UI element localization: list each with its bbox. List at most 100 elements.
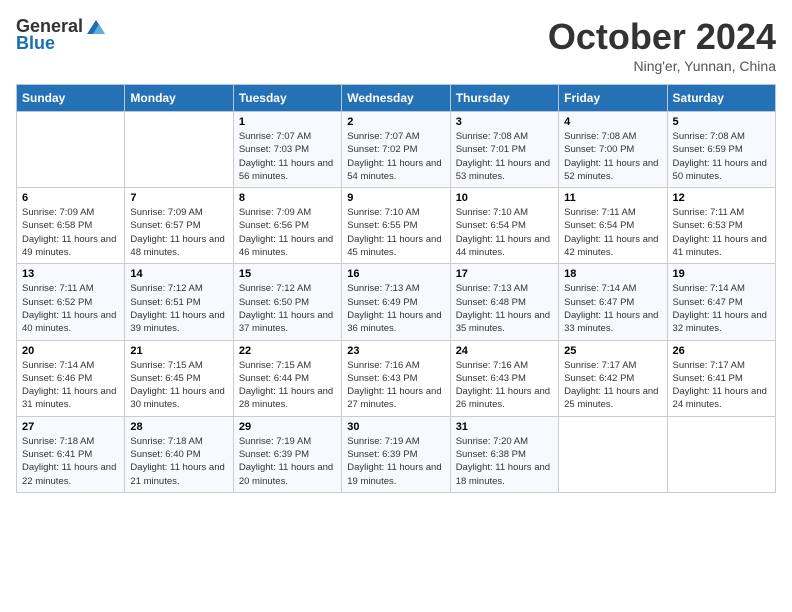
day-detail: Sunrise: 7:17 AMSunset: 6:42 PMDaylight:… xyxy=(564,359,661,412)
weekday-header-row: SundayMondayTuesdayWednesdayThursdayFrid… xyxy=(17,85,776,112)
day-detail: Sunrise: 7:15 AMSunset: 6:44 PMDaylight:… xyxy=(239,359,336,412)
calendar-cell: 15Sunrise: 7:12 AMSunset: 6:50 PMDayligh… xyxy=(233,264,341,340)
calendar-cell: 26Sunrise: 7:17 AMSunset: 6:41 PMDayligh… xyxy=(667,340,775,416)
calendar-cell: 10 Sunrise: 7:10 AMSunset: 6:54 PMDayligh… xyxy=(450,188,558,264)
day-detail: Sunrise: 7:09 AMSunset: 6:57 PMDaylight:… xyxy=(130,206,227,259)
day-detail: Sunrise: 7:19 AMSunset: 6:39 PMDaylight:… xyxy=(239,435,336,488)
day-number: 23 xyxy=(347,345,444,357)
calendar-cell: 9Sunrise: 7:10 AMSunset: 6:55 PMDaylight… xyxy=(342,188,450,264)
week-row-5: 27Sunrise: 7:18 AMSunset: 6:41 PMDayligh… xyxy=(17,416,776,492)
day-detail: Sunrise: 7:14 AMSunset: 6:47 PMDaylight:… xyxy=(564,282,661,335)
calendar-cell: 23 Sunrise: 7:16 AMSunset: 6:43 PMDayligh… xyxy=(342,340,450,416)
calendar-cell: 28 Sunrise: 7:18 AMSunset: 6:40 PMDayligh… xyxy=(125,416,233,492)
week-row-3: 13Sunrise: 7:11 AMSunset: 6:52 PMDayligh… xyxy=(17,264,776,340)
page-header: General Blue October 2024 Ning'er, Yunna… xyxy=(16,16,776,74)
day-detail: Sunrise: 7:08 AMSunset: 7:00 PMDaylight:… xyxy=(564,130,661,183)
calendar-cell: 11 Sunrise: 7:11 AMSunset: 6:54 PMDayligh… xyxy=(559,188,667,264)
day-detail: Sunrise: 7:15 AMSunset: 6:45 PMDaylight:… xyxy=(130,359,227,412)
calendar-cell: 21 Sunrise: 7:15 AMSunset: 6:45 PMDayligh… xyxy=(125,340,233,416)
day-number: 3 xyxy=(456,116,553,128)
location-subtitle: Ning'er, Yunnan, China xyxy=(548,58,776,74)
title-block: October 2024 Ning'er, Yunnan, China xyxy=(548,16,776,74)
calendar-table: SundayMondayTuesdayWednesdayThursdayFrid… xyxy=(16,84,776,493)
day-detail: Sunrise: 7:13 AMSunset: 6:48 PMDaylight:… xyxy=(456,282,553,335)
calendar-cell: 12Sunrise: 7:11 AMSunset: 6:53 PMDayligh… xyxy=(667,188,775,264)
calendar-cell: 1Sunrise: 7:07 AMSunset: 7:03 PMDaylight… xyxy=(233,112,341,188)
day-number: 5 xyxy=(673,116,770,128)
calendar-cell: 13Sunrise: 7:11 AMSunset: 6:52 PMDayligh… xyxy=(17,264,125,340)
calendar-cell: 17 Sunrise: 7:13 AMSunset: 6:48 PMDayligh… xyxy=(450,264,558,340)
day-detail: Sunrise: 7:19 AMSunset: 6:39 PMDaylight:… xyxy=(347,435,444,488)
day-number: 9 xyxy=(347,192,444,204)
day-detail: Sunrise: 7:11 AMSunset: 6:53 PMDaylight:… xyxy=(673,206,770,259)
week-row-2: 6Sunrise: 7:09 AMSunset: 6:58 PMDaylight… xyxy=(17,188,776,264)
day-number: 21 xyxy=(130,345,227,357)
calendar-cell: 3 Sunrise: 7:08 AMSunset: 7:01 PMDaylight… xyxy=(450,112,558,188)
day-number: 6 xyxy=(22,192,119,204)
day-number: 20 xyxy=(22,345,119,357)
calendar-cell: 18 Sunrise: 7:14 AMSunset: 6:47 PMDayligh… xyxy=(559,264,667,340)
weekday-header-thursday: Thursday xyxy=(450,85,558,112)
day-detail: Sunrise: 7:07 AMSunset: 7:02 PMDaylight:… xyxy=(347,130,444,183)
day-detail: Sunrise: 7:11 AMSunset: 6:54 PMDaylight:… xyxy=(564,206,661,259)
month-year-title: October 2024 xyxy=(548,16,776,58)
weekday-header-monday: Monday xyxy=(125,85,233,112)
day-detail: Sunrise: 7:17 AMSunset: 6:41 PMDaylight:… xyxy=(673,359,770,412)
calendar-cell xyxy=(667,416,775,492)
calendar-cell: 24Sunrise: 7:16 AMSunset: 6:43 PMDayligh… xyxy=(450,340,558,416)
weekday-header-saturday: Saturday xyxy=(667,85,775,112)
day-number: 18 xyxy=(564,268,661,280)
day-number: 10 xyxy=(456,192,553,204)
calendar-cell: 30 Sunrise: 7:19 AMSunset: 6:39 PMDayligh… xyxy=(342,416,450,492)
calendar-cell: 27Sunrise: 7:18 AMSunset: 6:41 PMDayligh… xyxy=(17,416,125,492)
calendar-cell: 2Sunrise: 7:07 AMSunset: 7:02 PMDaylight… xyxy=(342,112,450,188)
calendar-cell xyxy=(559,416,667,492)
calendar-cell: 22 Sunrise: 7:15 AMSunset: 6:44 PMDayligh… xyxy=(233,340,341,416)
week-row-4: 20Sunrise: 7:14 AMSunset: 6:46 PMDayligh… xyxy=(17,340,776,416)
calendar-cell: 14 Sunrise: 7:12 AMSunset: 6:51 PMDayligh… xyxy=(125,264,233,340)
calendar-cell: 16 Sunrise: 7:13 AMSunset: 6:49 PMDayligh… xyxy=(342,264,450,340)
day-detail: Sunrise: 7:12 AMSunset: 6:50 PMDaylight:… xyxy=(239,282,336,335)
day-number: 22 xyxy=(239,345,336,357)
day-number: 31 xyxy=(456,421,553,433)
day-detail: Sunrise: 7:12 AMSunset: 6:51 PMDaylight:… xyxy=(130,282,227,335)
day-number: 11 xyxy=(564,192,661,204)
calendar-cell: 20Sunrise: 7:14 AMSunset: 6:46 PMDayligh… xyxy=(17,340,125,416)
calendar-cell xyxy=(125,112,233,188)
day-detail: Sunrise: 7:18 AMSunset: 6:40 PMDaylight:… xyxy=(130,435,227,488)
day-detail: Sunrise: 7:10 AMSunset: 6:54 PMDaylight:… xyxy=(456,206,553,259)
calendar-cell: 31 Sunrise: 7:20 AMSunset: 6:38 PMDayligh… xyxy=(450,416,558,492)
calendar-cell: 5Sunrise: 7:08 AMSunset: 6:59 PMDaylight… xyxy=(667,112,775,188)
day-number: 14 xyxy=(130,268,227,280)
day-number: 28 xyxy=(130,421,227,433)
calendar-cell: 8Sunrise: 7:09 AMSunset: 6:56 PMDaylight… xyxy=(233,188,341,264)
day-detail: Sunrise: 7:16 AMSunset: 6:43 PMDaylight:… xyxy=(347,359,444,412)
calendar-cell: 19Sunrise: 7:14 AMSunset: 6:47 PMDayligh… xyxy=(667,264,775,340)
week-row-1: 1Sunrise: 7:07 AMSunset: 7:03 PMDaylight… xyxy=(17,112,776,188)
day-detail: Sunrise: 7:13 AMSunset: 6:49 PMDaylight:… xyxy=(347,282,444,335)
day-number: 17 xyxy=(456,268,553,280)
calendar-cell: 29 Sunrise: 7:19 AMSunset: 6:39 PMDayligh… xyxy=(233,416,341,492)
weekday-header-sunday: Sunday xyxy=(17,85,125,112)
day-detail: Sunrise: 7:18 AMSunset: 6:41 PMDaylight:… xyxy=(22,435,119,488)
logo-icon xyxy=(85,18,107,36)
day-number: 24 xyxy=(456,345,553,357)
logo-blue-text: Blue xyxy=(16,33,55,54)
day-detail: Sunrise: 7:08 AMSunset: 7:01 PMDaylight:… xyxy=(456,130,553,183)
calendar-cell xyxy=(17,112,125,188)
weekday-header-tuesday: Tuesday xyxy=(233,85,341,112)
day-number: 29 xyxy=(239,421,336,433)
day-number: 13 xyxy=(22,268,119,280)
day-detail: Sunrise: 7:20 AMSunset: 6:38 PMDaylight:… xyxy=(456,435,553,488)
logo: General Blue xyxy=(16,16,107,54)
weekday-header-friday: Friday xyxy=(559,85,667,112)
day-number: 25 xyxy=(564,345,661,357)
weekday-header-wednesday: Wednesday xyxy=(342,85,450,112)
day-detail: Sunrise: 7:14 AMSunset: 6:47 PMDaylight:… xyxy=(673,282,770,335)
day-detail: Sunrise: 7:09 AMSunset: 6:56 PMDaylight:… xyxy=(239,206,336,259)
calendar-cell: 6Sunrise: 7:09 AMSunset: 6:58 PMDaylight… xyxy=(17,188,125,264)
calendar-cell: 25 Sunrise: 7:17 AMSunset: 6:42 PMDayligh… xyxy=(559,340,667,416)
day-detail: Sunrise: 7:07 AMSunset: 7:03 PMDaylight:… xyxy=(239,130,336,183)
day-number: 30 xyxy=(347,421,444,433)
day-number: 16 xyxy=(347,268,444,280)
